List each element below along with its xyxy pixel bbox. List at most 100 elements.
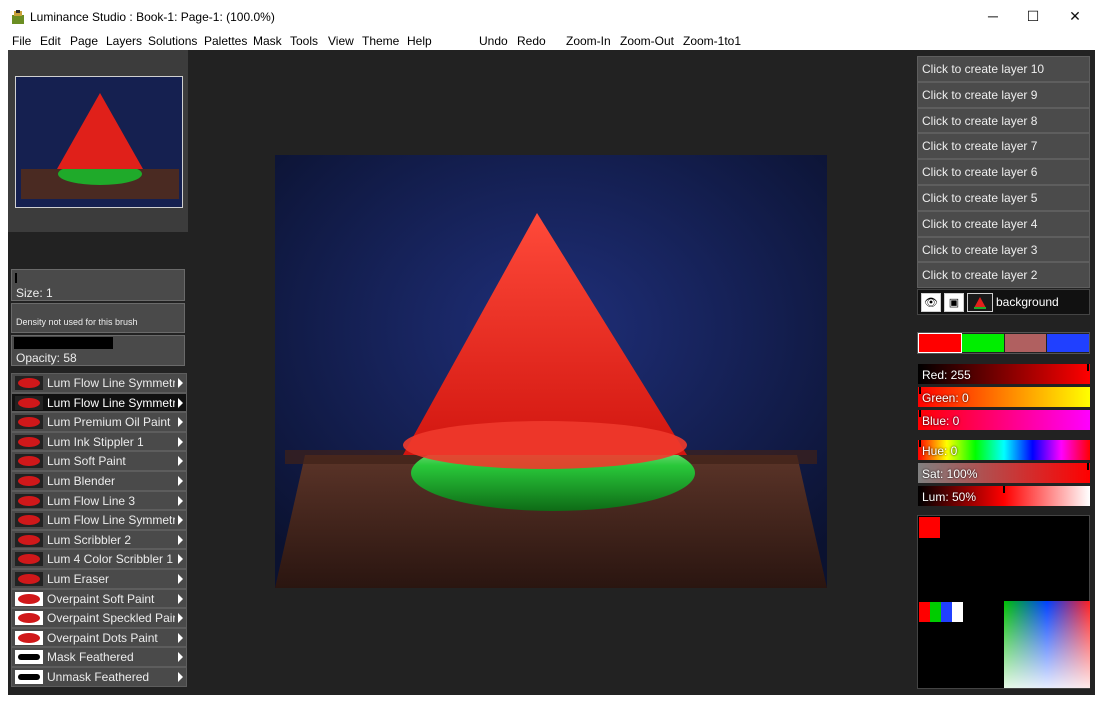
menu-theme[interactable]: Theme (362, 34, 399, 48)
maximize-button[interactable]: ☐ (1010, 0, 1056, 32)
recent-color-swatch[interactable] (941, 602, 952, 622)
green-slider-knob[interactable] (919, 387, 921, 394)
hue-slider[interactable]: Hue: 0 (918, 440, 1090, 460)
brush-preview-icon (15, 611, 43, 626)
brush-item[interactable]: Unmask Feathered (11, 666, 187, 687)
brush-item[interactable]: Lum 4 Color Scribbler 1 (11, 549, 187, 569)
menu-mask[interactable]: Mask (253, 34, 282, 48)
recent-color-swatch[interactable] (919, 602, 930, 622)
undo-button[interactable]: Undo (479, 34, 508, 48)
submenu-arrow-icon[interactable] (178, 456, 183, 467)
brush-size-slider[interactable]: Size: 1 (11, 269, 185, 301)
submenu-arrow-icon[interactable] (178, 593, 183, 604)
submenu-arrow-icon[interactable] (178, 652, 183, 663)
brush-item[interactable]: Overpaint Speckled Paint (11, 608, 187, 628)
brush-item[interactable]: Lum Flow Line 3 (11, 490, 187, 511)
brush-preview-icon (15, 630, 43, 645)
submenu-arrow-icon[interactable] (178, 534, 183, 545)
zoom-in-button[interactable]: Zoom-In (566, 34, 611, 48)
hue-slider-knob[interactable] (919, 440, 921, 447)
color-gradient-square[interactable] (1004, 601, 1090, 688)
close-button[interactable]: ✕ (1052, 0, 1098, 32)
create-layer-button[interactable]: Click to create layer 3 (917, 236, 1090, 263)
brush-preview-icon (15, 532, 43, 547)
brush-item[interactable]: Lum Flow Line Symmetry (11, 373, 187, 393)
create-layer-button[interactable]: Click to create layer 5 (917, 184, 1090, 211)
zoom-1to1-button[interactable]: Zoom-1to1 (683, 34, 741, 48)
app-icon (10, 9, 26, 25)
create-layer-button[interactable]: Click to create layer 10 (917, 56, 1090, 82)
create-layer-button[interactable]: Click to create layer 8 (917, 107, 1090, 134)
brush-item-label: Lum Flow Line Symmetry (47, 513, 175, 528)
create-layer-button[interactable]: Click to create layer 4 (917, 210, 1090, 237)
brush-item[interactable]: Lum Eraser (11, 568, 187, 589)
menu-tools[interactable]: Tools (290, 34, 318, 48)
brush-item[interactable]: Lum Premium Oil Paint (11, 412, 187, 432)
menu-file[interactable]: File (12, 34, 31, 48)
submenu-arrow-icon[interactable] (178, 475, 183, 486)
sat-slider[interactable]: Sat: 100% (918, 463, 1090, 483)
brush-item[interactable]: Mask Feathered (11, 647, 187, 667)
submenu-arrow-icon[interactable] (178, 632, 183, 643)
menu-view[interactable]: View (328, 34, 354, 48)
submenu-arrow-icon[interactable] (178, 417, 183, 428)
navigator-thumbnail[interactable] (15, 76, 183, 208)
create-layer-button[interactable]: Click to create layer 7 (917, 133, 1090, 160)
green-slider[interactable]: Green: 0 (918, 387, 1090, 407)
recent-color-swatch[interactable] (930, 602, 941, 622)
brush-item-label: Lum Flow Line 3 (47, 493, 136, 508)
brush-item-label: Lum Flow Line Symmetry (47, 376, 175, 390)
menu-layers[interactable]: Layers (106, 34, 142, 48)
create-layer-button[interactable]: Click to create layer 6 (917, 159, 1090, 185)
create-layer-button[interactable]: Click to create layer 9 (917, 81, 1090, 108)
brush-density-slider[interactable]: Density not used for this brush (11, 303, 185, 333)
color-picker-panel[interactable] (917, 515, 1090, 689)
recent-color-swatch[interactable] (952, 602, 963, 622)
menu-solutions[interactable]: Solutions (148, 34, 197, 48)
brush-item[interactable]: Lum Flow Line Symmetry (11, 510, 187, 530)
color-swatch[interactable] (961, 334, 1004, 352)
brush-item[interactable]: Lum Scribbler 2 (11, 529, 187, 550)
menu-help[interactable]: Help (407, 34, 432, 48)
layer-background[interactable]: 👁 ▣ background (917, 289, 1090, 315)
lum-slider-knob[interactable] (1003, 486, 1005, 493)
red-slider[interactable]: Red: 255 (918, 364, 1090, 384)
blue-slider-knob[interactable] (919, 410, 921, 417)
lum-label: Lum: 50% (922, 490, 977, 504)
submenu-arrow-icon[interactable] (178, 495, 183, 506)
brush-item[interactable]: Lum Ink Stippler 1 (11, 431, 187, 452)
brush-item[interactable]: Lum Blender (11, 470, 187, 491)
submenu-arrow-icon[interactable] (178, 554, 183, 565)
color-swatch[interactable] (1004, 334, 1047, 352)
painting-canvas[interactable] (275, 155, 827, 588)
brush-item[interactable]: Lum Soft Paint (11, 451, 187, 471)
submenu-arrow-icon[interactable] (178, 515, 183, 526)
opacity-label: Opacity: 58 (16, 351, 77, 365)
menu-page[interactable]: Page (70, 34, 98, 48)
brush-item[interactable]: Overpaint Dots Paint (11, 627, 187, 648)
blue-slider[interactable]: Blue: 0 (918, 410, 1090, 430)
create-layer-button[interactable]: Click to create layer 2 (917, 262, 1090, 289)
menu-palettes[interactable]: Palettes (204, 34, 247, 48)
zoom-out-button[interactable]: Zoom-Out (620, 34, 674, 48)
brush-item[interactable]: Overpaint Soft Paint (11, 588, 187, 609)
submenu-arrow-icon[interactable] (178, 671, 183, 682)
color-swatch[interactable] (1047, 334, 1089, 352)
lum-slider[interactable]: Lum: 50% (918, 486, 1090, 506)
brush-opacity-slider[interactable]: Opacity: 58 (11, 335, 185, 366)
menu-edit[interactable]: Edit (40, 34, 61, 48)
submenu-arrow-icon[interactable] (178, 378, 183, 388)
brush-item[interactable]: Lum Flow Line Symmetry (11, 392, 187, 413)
submenu-arrow-icon[interactable] (178, 613, 183, 624)
submenu-arrow-icon[interactable] (178, 573, 183, 584)
sat-slider-knob[interactable] (1087, 463, 1089, 470)
color-swatch[interactable] (918, 333, 962, 353)
brush-preview-icon (15, 552, 43, 567)
lock-icon[interactable]: ▣ (944, 293, 964, 312)
submenu-arrow-icon[interactable] (178, 397, 183, 408)
red-slider-knob[interactable] (1087, 364, 1089, 371)
redo-button[interactable]: Redo (517, 34, 546, 48)
submenu-arrow-icon[interactable] (178, 436, 183, 447)
eye-icon[interactable]: 👁 (921, 293, 941, 312)
layer-list: Click to create layer 10 Click to create … (917, 56, 1090, 289)
